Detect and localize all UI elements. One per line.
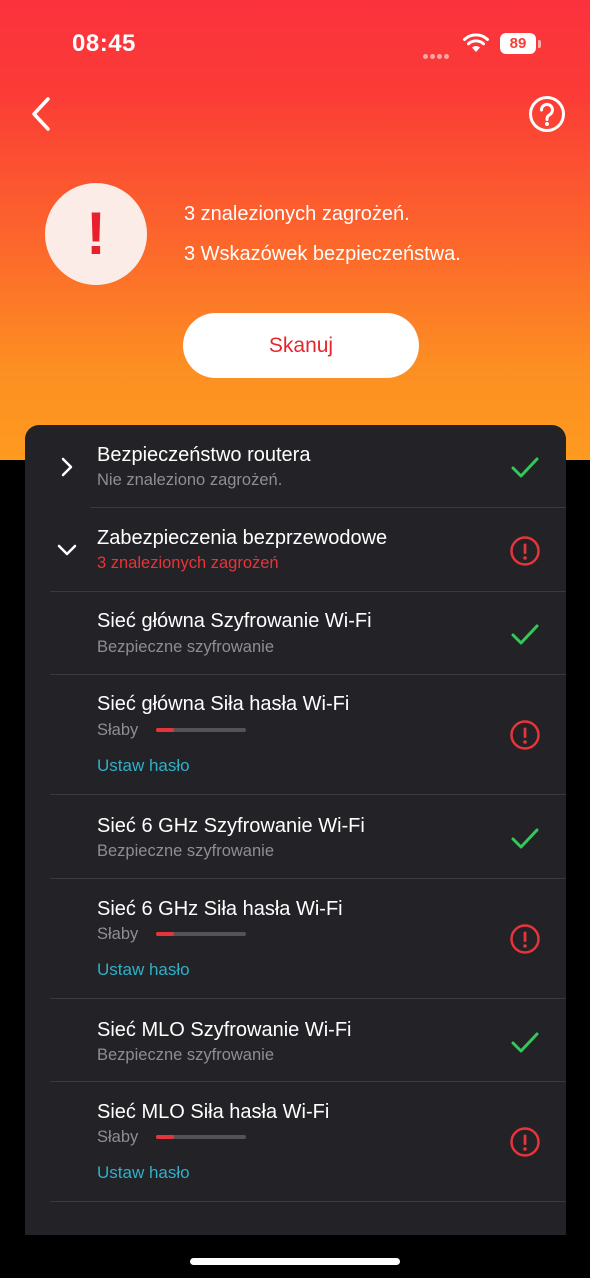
list-item-6ghz-encryption[interactable]: Sieć 6 GHz Szyfrowanie Wi-Fi Bezpieczne … (25, 795, 566, 877)
back-button[interactable] (28, 96, 56, 132)
scan-button[interactable]: Skanuj (183, 313, 419, 378)
item-title: Sieć główna Siła hasła Wi-Fi (97, 693, 350, 715)
password-strength-bar (156, 1135, 246, 1139)
warning-icon (510, 1127, 540, 1157)
wifi-icon (463, 33, 489, 52)
security-list: Bezpieczeństwo routera Nie znaleziono za… (25, 425, 566, 1235)
section-wireless-security[interactable]: Zabezpieczenia bezprzewodowe 3 znalezion… (25, 508, 566, 590)
list-item-6ghz-password[interactable]: Sieć 6 GHz Siła hasła Wi-Fi Słaby Ustaw … (25, 879, 566, 998)
check-icon (511, 624, 539, 645)
section-subtitle: 3 znalezionych zagrożeń (97, 554, 279, 572)
chevron-right-icon (61, 457, 73, 477)
home-indicator[interactable] (190, 1258, 400, 1265)
check-icon (511, 457, 539, 478)
password-strength-bar (156, 932, 246, 936)
item-title: Sieć MLO Szyfrowanie Wi-Fi (97, 1019, 352, 1041)
item-title: Sieć 6 GHz Szyfrowanie Wi-Fi (97, 815, 365, 837)
list-item-main-password[interactable]: Sieć główna Siła hasła Wi-Fi Słaby Ustaw… (25, 675, 566, 794)
help-button[interactable] (528, 95, 566, 133)
warning-icon (510, 924, 540, 954)
item-subtitle: Słaby (97, 925, 139, 943)
check-icon (511, 1032, 539, 1053)
chevron-down-icon (57, 544, 77, 556)
warning-icon (510, 536, 540, 566)
list-item-mlo-encryption[interactable]: Sieć MLO Szyfrowanie Wi-Fi Bezpieczne sz… (25, 999, 566, 1081)
item-title: Sieć 6 GHz Siła hasła Wi-Fi (97, 898, 343, 920)
item-title: Sieć MLO Siła hasła Wi-Fi (97, 1101, 330, 1123)
alert-icon: ! (45, 183, 147, 285)
tips-summary: 3 Wskazówek bezpieczeństwa. (184, 243, 461, 265)
warning-icon (510, 720, 540, 750)
set-password-link[interactable]: Ustaw hasło (97, 960, 190, 980)
list-item-main-encryption[interactable]: Sieć główna Szyfrowanie Wi-Fi Bezpieczne… (25, 592, 566, 674)
item-subtitle: Bezpieczne szyfrowanie (97, 638, 275, 656)
set-password-link[interactable]: Ustaw hasło (97, 1163, 190, 1183)
item-subtitle: Słaby (97, 1128, 139, 1146)
section-title: Zabezpieczenia bezprzewodowe (97, 527, 388, 549)
set-password-link[interactable]: Ustaw hasło (97, 756, 190, 776)
item-title: Sieć główna Szyfrowanie Wi-Fi (97, 610, 372, 632)
status-time: 08:45 (72, 30, 136, 57)
section-router-security[interactable]: Bezpieczeństwo routera Nie znaleziono za… (25, 425, 566, 507)
battery-nub (538, 40, 541, 48)
item-subtitle: Słaby (97, 721, 139, 739)
battery-indicator: 89 (500, 33, 536, 54)
divider (50, 1201, 566, 1202)
check-icon (511, 828, 539, 849)
password-strength-bar (156, 728, 246, 732)
item-subtitle: Bezpieczne szyfrowanie (97, 1046, 275, 1064)
section-title: Bezpieczeństwo routera (97, 444, 311, 466)
section-subtitle: Nie znaleziono zagrożeń. (97, 471, 283, 489)
list-item-mlo-password[interactable]: Sieć MLO Siła hasła Wi-Fi Słaby Ustaw ha… (25, 1082, 566, 1201)
threats-summary: 3 znalezionych zagrożeń. (184, 203, 410, 225)
cellular-signal-icon (423, 46, 453, 59)
item-subtitle: Bezpieczne szyfrowanie (97, 842, 275, 860)
